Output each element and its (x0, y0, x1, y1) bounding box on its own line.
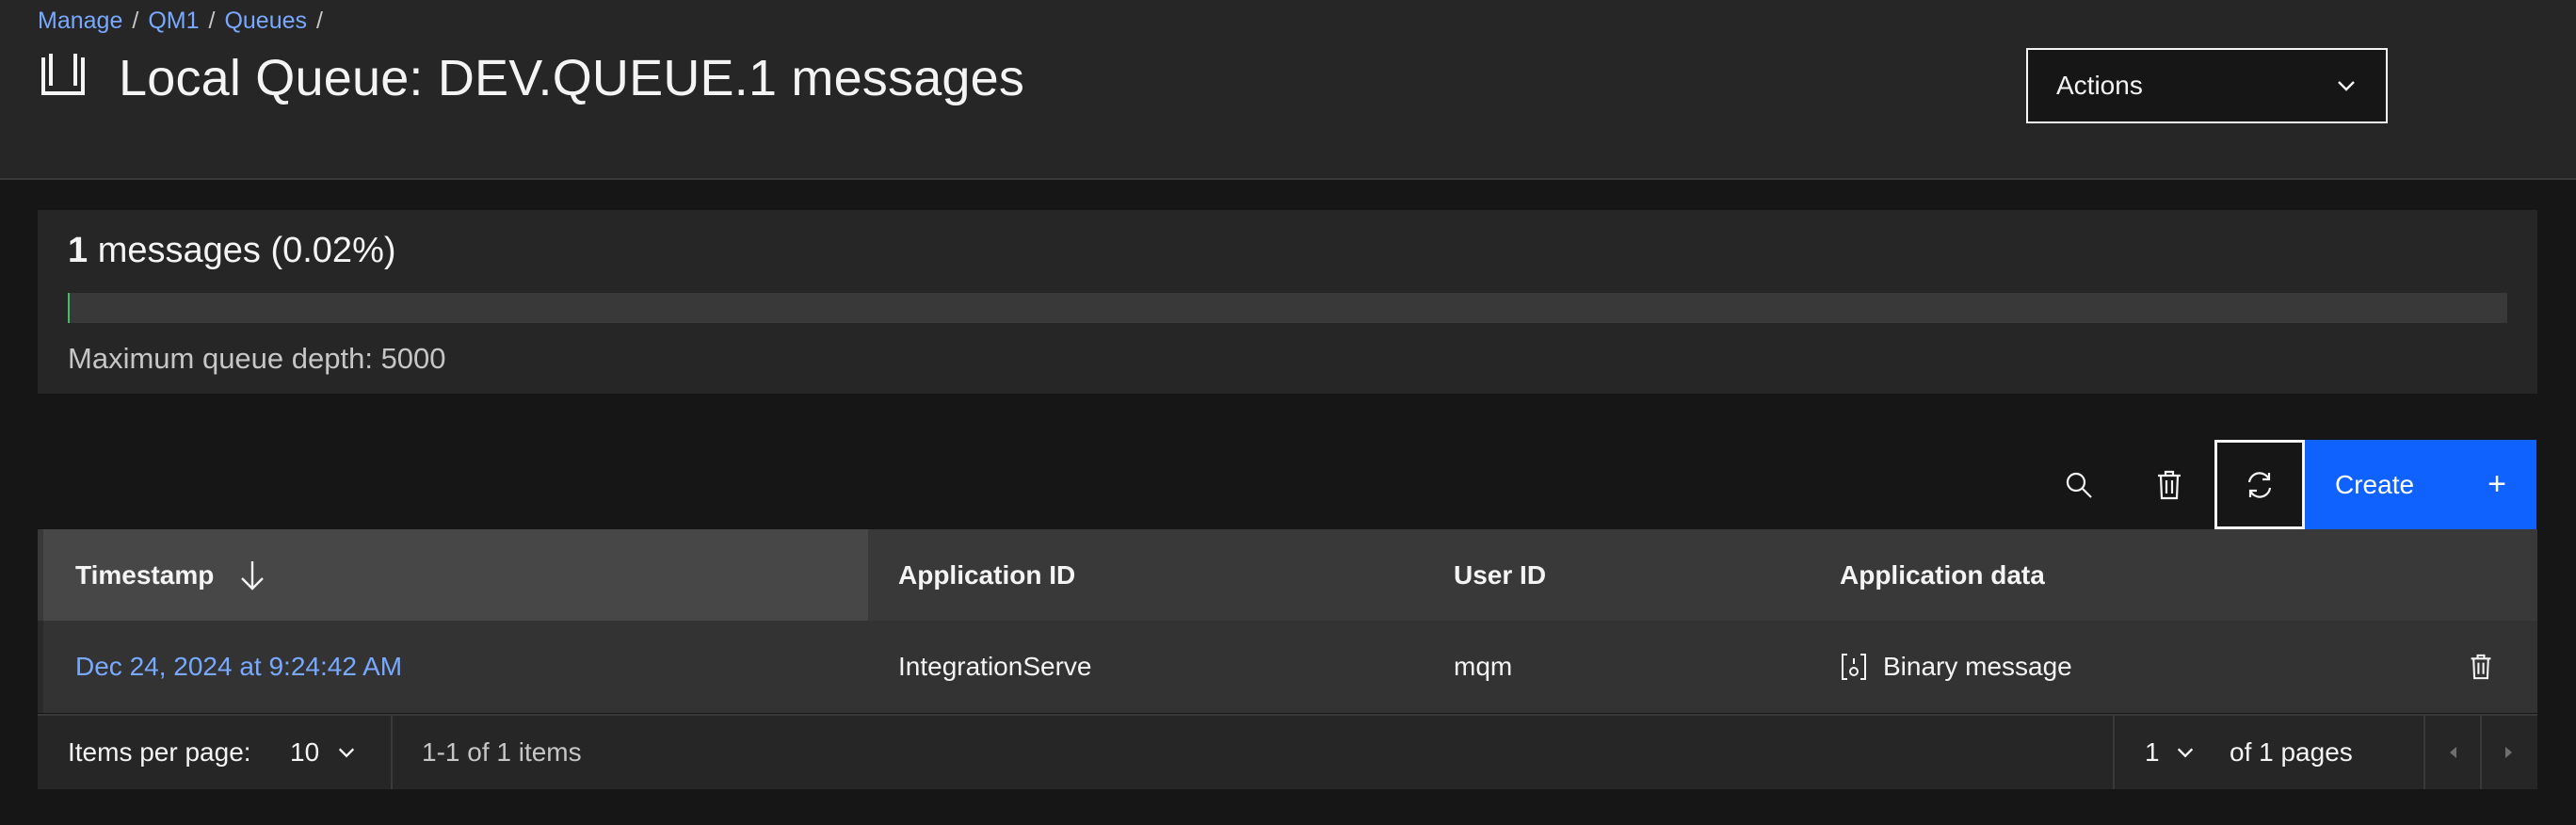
queue-depth-card: 1 messages (0.02%) Maximum queue depth: … (38, 210, 2537, 394)
breadcrumb-separator: / (208, 8, 216, 34)
total-pages: of 1 pages (2230, 737, 2353, 767)
column-header-user-id: User ID (1454, 559, 1547, 590)
table-toolbar: Create + (2034, 440, 2536, 529)
message-count-suffix: messages (0.02%) (97, 231, 396, 270)
title-row: Local Queue: DEV.QUEUE.1 messages (38, 49, 1024, 107)
items-per-page-label: Items per page: (68, 737, 251, 767)
column-header-application-data: Application data (1840, 559, 2045, 590)
delete-row-button[interactable] (2469, 621, 2493, 713)
items-per-page-value: 10 (290, 737, 320, 767)
caret-right-icon (2504, 745, 2515, 760)
page-number: 1 (2145, 737, 2160, 767)
messages-table: Timestamp Application ID User ID Applica… (38, 529, 2537, 713)
caret-left-icon (2447, 745, 2458, 760)
delete-messages-button[interactable] (2124, 440, 2214, 529)
queue-icon (38, 52, 94, 105)
depth-progress-fill (68, 293, 70, 323)
chevron-down-icon (336, 742, 357, 763)
column-label: Timestamp (75, 559, 215, 590)
depth-progress-bar (68, 293, 2507, 323)
create-button[interactable]: Create + (2305, 440, 2536, 529)
binary-message-label: Binary message (1883, 652, 2072, 681)
trash-icon (2155, 470, 2183, 500)
trash-icon (2469, 653, 2493, 681)
arrow-down-icon (238, 559, 266, 591)
chevron-down-icon (2175, 742, 2196, 763)
create-label: Create (2335, 469, 2415, 499)
application-data-cell: Binary message (1840, 621, 2072, 713)
column-header-timestamp[interactable]: Timestamp (43, 529, 868, 621)
page-select[interactable]: 1 (2145, 716, 2196, 789)
next-page-button[interactable] (2482, 716, 2536, 789)
pagination-divider (391, 716, 393, 789)
search-icon (2064, 470, 2094, 500)
page-title: Local Queue: DEV.QUEUE.1 messages (119, 50, 1025, 106)
page-header: Manage / QM1 / Queues / Local Queue: DEV… (0, 0, 2576, 180)
refresh-icon (2244, 469, 2276, 501)
breadcrumb-link-queues[interactable]: Queues (224, 8, 307, 35)
binary-icon (1840, 652, 1868, 682)
refresh-button[interactable] (2214, 440, 2305, 529)
breadcrumb-separator: / (132, 8, 139, 34)
message-timestamp-link[interactable]: Dec 24, 2024 at 9:24:42 AM (75, 652, 402, 682)
user-id-cell: mqm (1454, 652, 1513, 681)
pagination-divider (2113, 716, 2115, 789)
items-per-page-select[interactable]: 10 (290, 716, 357, 789)
application-id-cell: IntegrationServe (898, 652, 1092, 681)
table-header: Timestamp Application ID User ID Applica… (38, 529, 2537, 621)
chevron-down-icon (2335, 74, 2358, 97)
max-queue-depth: Maximum queue depth: 5000 (68, 342, 446, 375)
breadcrumb-separator: / (316, 8, 323, 34)
timestamp-cell: Dec 24, 2024 at 9:24:42 AM (75, 621, 402, 713)
message-count: 1 messages (0.02%) (68, 231, 396, 271)
search-button[interactable] (2034, 440, 2124, 529)
actions-dropdown[interactable]: Actions (2026, 48, 2388, 123)
breadcrumb-link-manage[interactable]: Manage (38, 8, 122, 35)
message-count-number: 1 (68, 231, 89, 270)
actions-label: Actions (2056, 71, 2143, 100)
previous-page-button[interactable] (2425, 716, 2480, 789)
plus-icon: + (2487, 466, 2506, 502)
column-header-application-id: Application ID (898, 559, 1076, 590)
breadcrumb-link-qm1[interactable]: QM1 (148, 8, 199, 35)
breadcrumb: Manage / QM1 / Queues / (38, 8, 323, 35)
items-range: 1-1 of 1 items (422, 737, 582, 767)
table-row: Dec 24, 2024 at 9:24:42 AM IntegrationSe… (38, 621, 2537, 713)
pagination: Items per page: 10 1-1 of 1 items 1 of 1… (38, 714, 2537, 789)
